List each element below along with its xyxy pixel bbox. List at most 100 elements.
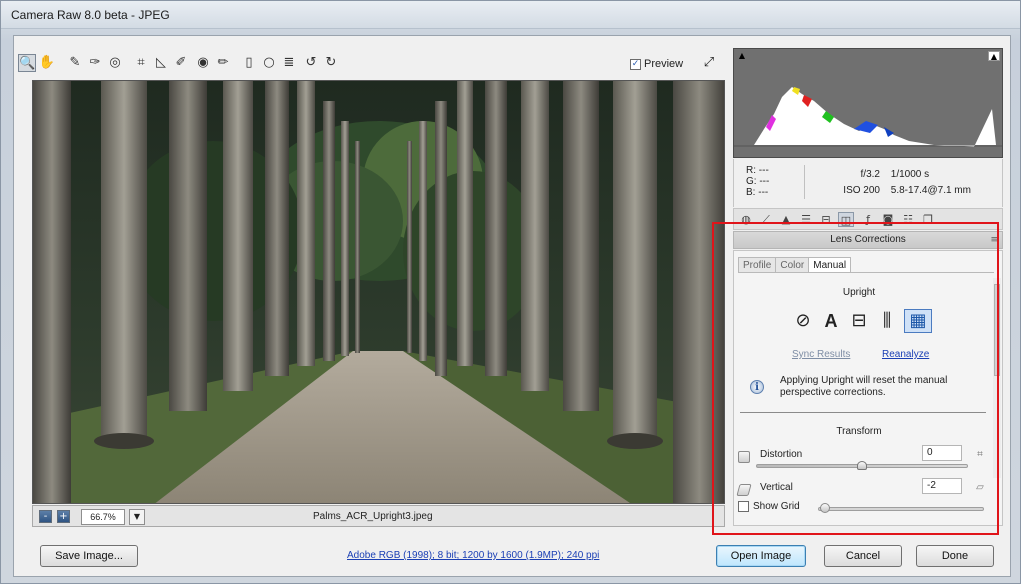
presets-panel-icon[interactable]: ☷ bbox=[900, 212, 916, 227]
section-divider bbox=[740, 412, 986, 413]
highlight-clipping-icon[interactable]: ▲ bbox=[988, 51, 1000, 61]
b-value: --- bbox=[758, 187, 769, 198]
r-value: --- bbox=[758, 165, 769, 176]
crop-tool-icon[interactable]: ⌗ bbox=[132, 54, 150, 72]
tab-manual[interactable]: Manual bbox=[808, 257, 852, 273]
vertical-value-field[interactable]: -2 bbox=[922, 478, 962, 494]
open-image-button[interactable]: Open Image bbox=[716, 545, 806, 567]
rotate-cw-tool-icon[interactable]: ↻ bbox=[322, 54, 340, 72]
iso: ISO 200 bbox=[843, 185, 880, 196]
shadow-clipping-icon[interactable]: ▲ bbox=[736, 51, 748, 61]
show-grid-check-icon bbox=[738, 501, 749, 512]
lens-subtabs: Profile Color Manual bbox=[738, 257, 852, 273]
workflow-options-link[interactable]: Adobe RGB (1998); 8 bit; 1200 by 1600 (1… bbox=[347, 550, 599, 561]
lens-corrections-panel-icon[interactable]: ◫ bbox=[838, 212, 854, 227]
zoom-tool-icon[interactable]: 🔍 bbox=[18, 54, 36, 72]
toolbar: 🔍 ✋ ✎ ✑ ◎ ⌗ ◺ ✐ ◉ ✏ ▯ ○ ≣ ↺ ↻ bbox=[18, 50, 724, 80]
zoom-out-button[interactable]: - bbox=[39, 510, 52, 523]
rgb-readout: R: --- G: --- B: --- bbox=[746, 165, 769, 198]
zoom-in-button[interactable]: + bbox=[57, 510, 70, 523]
b-label: B: bbox=[746, 187, 756, 198]
straighten-tool-icon[interactable]: ◺ bbox=[152, 54, 170, 72]
panel-title: Lens Corrections bbox=[830, 234, 906, 245]
lens-corrections-panel: Profile Color Manual Upright ⊘ A ⊟ ⫼ ▦ S… bbox=[733, 250, 1003, 526]
tone-curve-panel-icon[interactable]: ⟋ bbox=[758, 212, 774, 227]
g-label: G: bbox=[746, 176, 757, 187]
image-status-bar: - + 66.7% ▼ Palms_ACR_Upright3.jpeg bbox=[32, 505, 725, 527]
radial-filter-tool-icon[interactable]: ○ bbox=[260, 54, 278, 72]
reanalyze-link[interactable]: Reanalyze bbox=[882, 349, 929, 360]
distortion-barrel-icon bbox=[738, 451, 750, 463]
vertical-label: Vertical bbox=[760, 482, 793, 493]
sync-results-link[interactable]: Sync Results bbox=[792, 349, 850, 360]
vertical-forward-icon: ▱ bbox=[976, 482, 984, 493]
red-eye-tool-icon[interactable]: ◉ bbox=[194, 54, 212, 72]
image-info: R: --- G: --- B: --- f/3.2 1/1000 s ISO … bbox=[733, 159, 1003, 207]
tab-profile[interactable]: Profile bbox=[738, 257, 777, 273]
done-button[interactable]: Done bbox=[916, 545, 994, 567]
upright-auto-icon[interactable]: A bbox=[820, 310, 842, 332]
panel-menu-icon[interactable]: ≡ bbox=[990, 232, 998, 248]
fullscreen-toggle-icon[interactable]: ⤢ bbox=[700, 54, 718, 72]
info-icon: i bbox=[750, 380, 764, 394]
preview-label: Preview bbox=[644, 58, 684, 70]
rotate-ccw-tool-icon[interactable]: ↺ bbox=[302, 54, 320, 72]
camera-settings: f/3.2 1/1000 s ISO 200 5.8-17.4@7.1 mm bbox=[824, 167, 971, 199]
effects-panel-icon[interactable]: ƒ bbox=[860, 212, 876, 227]
preferences-tool-icon[interactable]: ≣ bbox=[280, 54, 298, 72]
image-filename: Palms_ACR_Upright3.jpeg bbox=[313, 511, 433, 522]
hand-tool-icon[interactable]: ✋ bbox=[38, 54, 56, 72]
distortion-slider-thumb[interactable] bbox=[857, 461, 867, 470]
distortion-value-field[interactable]: 0 bbox=[922, 445, 962, 461]
tab-color[interactable]: Color bbox=[775, 257, 810, 273]
histogram: ▲ ▲ bbox=[733, 48, 1003, 158]
color-sampler-tool-icon[interactable]: ✑ bbox=[86, 54, 104, 72]
upright-level-icon[interactable]: ⊟ bbox=[848, 310, 870, 332]
spot-removal-tool-icon[interactable]: ✐ bbox=[172, 54, 190, 72]
graduated-filter-tool-icon[interactable]: ▯ bbox=[240, 54, 258, 72]
hsl-panel-icon[interactable]: ☰ bbox=[798, 212, 814, 227]
g-value: --- bbox=[759, 176, 770, 187]
preview-check-icon: ✓ bbox=[630, 58, 641, 70]
transform-heading: Transform bbox=[836, 426, 882, 437]
zoom-level-field[interactable]: 66.7% bbox=[81, 509, 125, 525]
panel-header: Lens Corrections ≡ bbox=[733, 231, 1003, 249]
upright-options: ⊘ A ⊟ ⫼ ▦ bbox=[792, 309, 932, 333]
grid-size-slider-thumb[interactable] bbox=[820, 503, 830, 513]
preview-checkbox[interactable]: ✓ Preview bbox=[630, 58, 683, 70]
upright-info-text: Applying Upright will reset the manual p… bbox=[780, 375, 948, 398]
upright-off-icon[interactable]: ⊘ bbox=[792, 310, 814, 332]
save-image-button[interactable]: Save Image... bbox=[40, 545, 138, 567]
camera-calibration-panel-icon[interactable]: ◙ bbox=[880, 212, 896, 227]
zoom-dropdown-icon[interactable]: ▼ bbox=[129, 509, 145, 525]
show-grid-label: Show Grid bbox=[753, 501, 800, 512]
title-bar: Camera Raw 8.0 beta - JPEG bbox=[1, 1, 1020, 29]
distortion-label: Distortion bbox=[760, 449, 803, 460]
split-toning-panel-icon[interactable]: ⊟ bbox=[818, 212, 834, 227]
panel-tabs: ◍ ⟋ ▲ ☰ ⊟ ◫ ƒ ◙ ☷ ❐ bbox=[733, 208, 1003, 230]
focal-length: 5.8-17.4@7.1 mm bbox=[890, 185, 971, 196]
upright-heading: Upright bbox=[842, 287, 876, 298]
aperture: f/3.2 bbox=[860, 169, 880, 180]
targeted-adjustment-tool-icon[interactable]: ◎ bbox=[106, 54, 124, 72]
image-preview[interactable] bbox=[32, 80, 725, 504]
cancel-button[interactable]: Cancel bbox=[824, 545, 902, 567]
panel-scrollbar[interactable] bbox=[993, 278, 1001, 478]
snapshots-panel-icon[interactable]: ❐ bbox=[920, 212, 936, 227]
subtab-underline bbox=[738, 272, 994, 273]
white-balance-tool-icon[interactable]: ✎ bbox=[66, 54, 84, 72]
upright-vertical-icon[interactable]: ⫼ bbox=[876, 310, 898, 332]
r-label: R: bbox=[746, 165, 756, 176]
window-title: Camera Raw 8.0 beta - JPEG bbox=[11, 8, 170, 22]
basic-panel-icon[interactable]: ◍ bbox=[738, 212, 754, 227]
palm-avenue-photo bbox=[33, 81, 724, 503]
upright-full-icon[interactable]: ▦ bbox=[904, 309, 932, 333]
show-grid-checkbox[interactable]: Show Grid bbox=[738, 501, 800, 512]
vertical-back-icon bbox=[736, 484, 752, 496]
adjustment-brush-tool-icon[interactable]: ✏ bbox=[214, 54, 232, 72]
info-divider bbox=[804, 165, 805, 199]
histogram-graph bbox=[734, 87, 1002, 147]
grid-size-slider-track[interactable] bbox=[818, 507, 984, 511]
panel-scroll-thumb[interactable] bbox=[994, 284, 1000, 376]
detail-panel-icon[interactable]: ▲ bbox=[778, 212, 794, 227]
